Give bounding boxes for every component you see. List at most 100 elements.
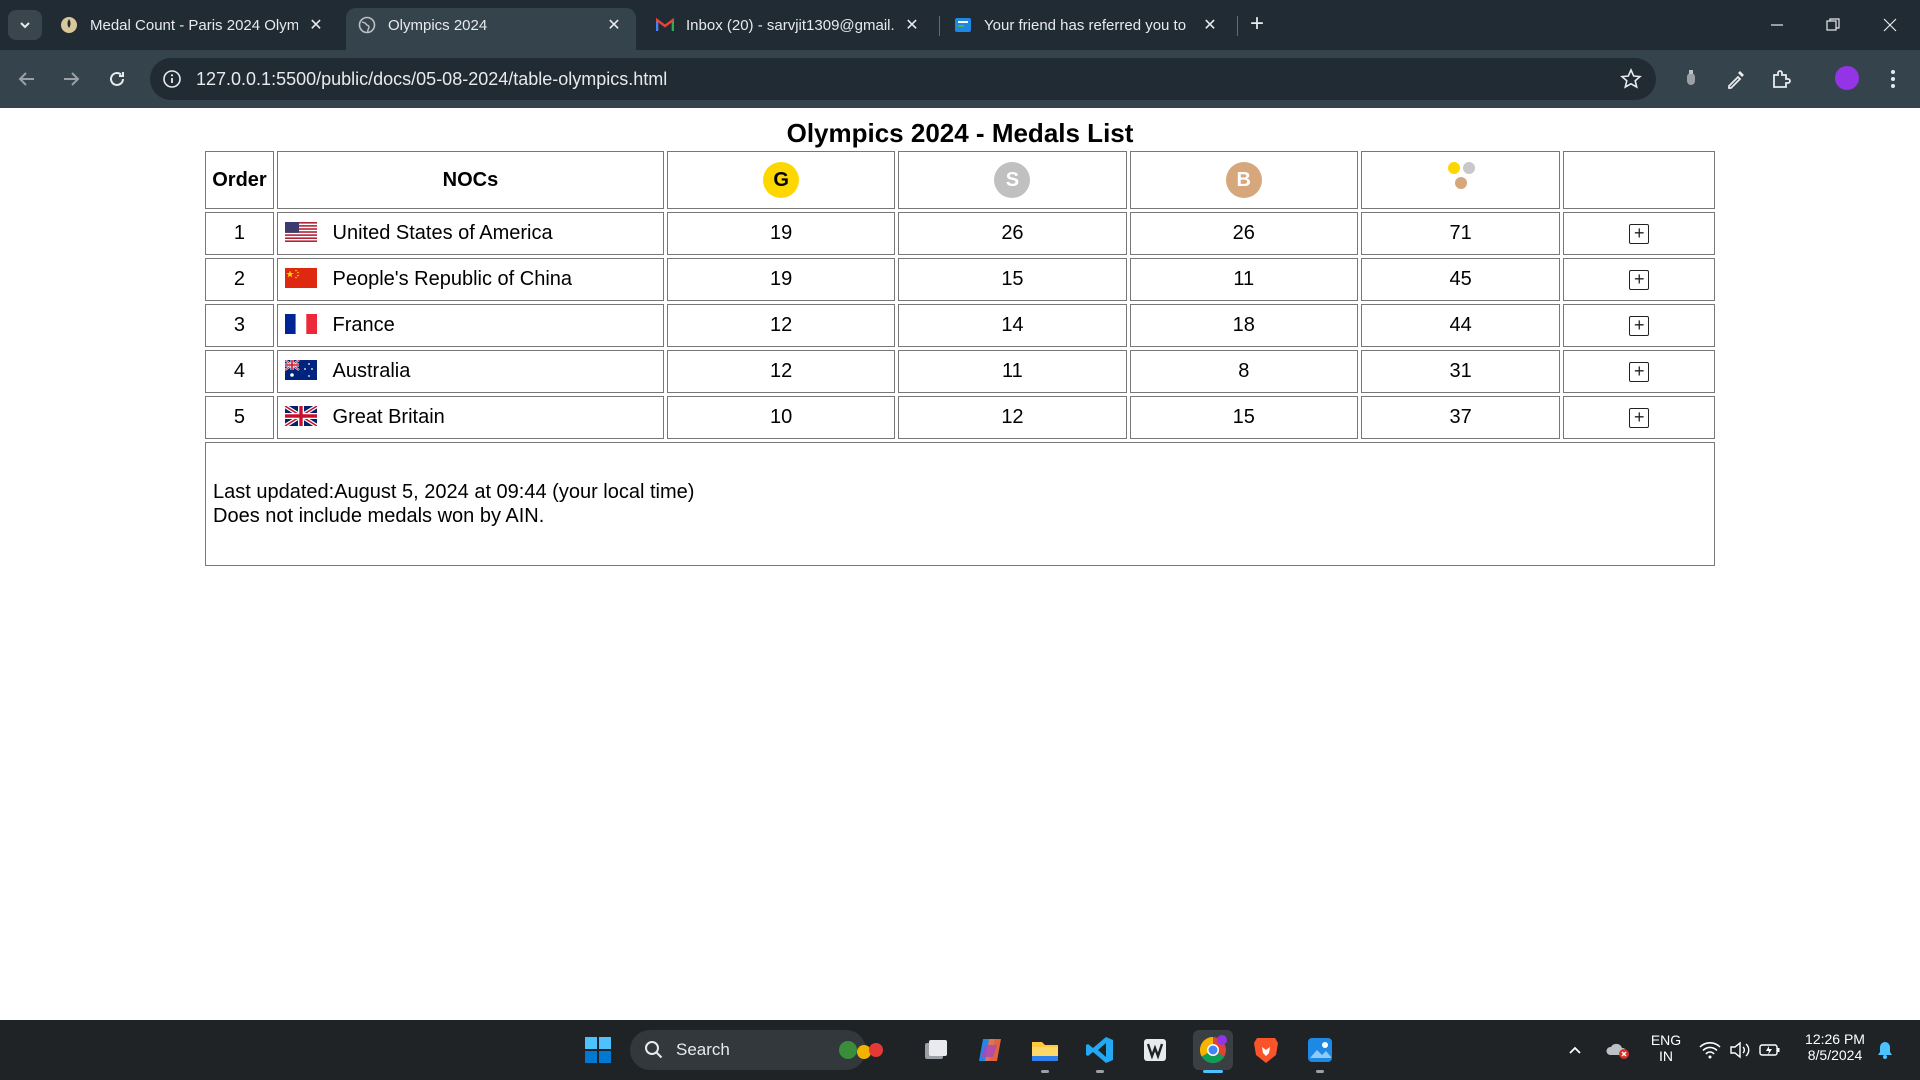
url-text[interactable]: 127.0.0.1:5500/public/docs/05-08-2024/ta… <box>196 69 667 90</box>
nocs-header: NOCs <box>276 151 664 209</box>
total-header <box>1360 151 1561 209</box>
address-bar[interactable]: 127.0.0.1:5500/public/docs/05-08-2024/ta… <box>150 58 1656 100</box>
table-row: 2 People's Republic of China 19 15 11 45… <box>205 258 1715 301</box>
eyedropper-icon[interactable] <box>1723 66 1749 92</box>
reload-button[interactable] <box>102 64 132 94</box>
australia-flag-icon <box>284 359 317 380</box>
gold-medal-icon: G <box>763 162 800 198</box>
folder-icon <box>1032 1042 1058 1061</box>
medals-table: Order NOCs G S B 1 United States of Amer… <box>202 148 1718 569</box>
total-cell: 37 <box>1360 396 1561 439</box>
silver-header: S <box>898 151 1127 209</box>
referral-app-icon <box>954 16 972 34</box>
brave-lion-icon <box>1254 1038 1278 1063</box>
photos-icon <box>1308 1038 1332 1062</box>
tab-gmail-inbox[interactable]: Inbox (20) - sarvjit1309@gmail.com ✕ <box>644 8 934 42</box>
windows-logo-icon <box>585 1037 611 1063</box>
bookmark-star-icon[interactable] <box>1620 68 1642 90</box>
onedrive-button[interactable] <box>1600 1032 1636 1068</box>
chrome-icon <box>1199 1035 1227 1064</box>
chrome-button[interactable] <box>1193 1030 1233 1070</box>
running-indicator <box>1316 1070 1324 1073</box>
gold-cell: 12 <box>666 350 896 393</box>
expand-plus-icon[interactable]: + <box>1629 316 1650 336</box>
wifi-icon <box>1699 1042 1721 1059</box>
silver-cell: 26 <box>898 212 1127 255</box>
silver-cell: 11 <box>898 350 1127 393</box>
show-hidden-icons-button[interactable] <box>1560 1032 1590 1068</box>
extensions-puzzle-icon[interactable] <box>1768 66 1794 92</box>
noc-name: France <box>332 314 395 337</box>
new-tab-button[interactable]: + <box>1244 12 1270 38</box>
expand-plus-icon[interactable]: + <box>1629 270 1650 290</box>
vmware-icon <box>1144 1039 1166 1061</box>
menu-kebab-icon[interactable] <box>1880 66 1906 92</box>
forward-button[interactable] <box>56 64 86 94</box>
back-button[interactable] <box>12 64 42 94</box>
close-tab-icon[interactable]: ✕ <box>902 15 922 35</box>
volume-status[interactable] <box>1725 1032 1755 1068</box>
extension-toggle-icon[interactable] <box>1678 66 1704 92</box>
expand-plus-icon[interactable]: + <box>1629 224 1650 244</box>
silver-cell: 15 <box>898 258 1127 301</box>
profile-avatar[interactable] <box>1835 66 1859 90</box>
tab-separator <box>1237 16 1238 36</box>
order-cell: 1 <box>205 212 274 255</box>
restore-icon <box>1826 18 1840 31</box>
bronze-cell: 18 <box>1129 304 1358 347</box>
arrow-right-icon <box>64 72 80 86</box>
expand-cell: + <box>1563 212 1715 255</box>
search-highlight-icon <box>839 1041 883 1059</box>
silver-medal-icon: S <box>994 162 1031 198</box>
notifications-button[interactable] <box>1870 1032 1900 1068</box>
copilot-icon <box>979 1039 1001 1061</box>
expand-plus-icon[interactable]: + <box>1629 408 1650 428</box>
info-icon[interactable] <box>162 69 182 89</box>
start-button[interactable] <box>580 1032 616 1068</box>
close-tab-icon[interactable]: ✕ <box>604 15 624 35</box>
great-britain-flag-icon <box>284 405 317 426</box>
bronze-cell: 15 <box>1129 396 1358 439</box>
arrow-left-icon <box>18 72 34 86</box>
clock[interactable]: 12:26 PM 8/5/2024 <box>1795 1031 1875 1063</box>
order-cell: 5 <box>205 396 274 439</box>
taskbar-search[interactable]: Search <box>630 1030 883 1070</box>
tab-referral[interactable]: Your friend has referred you to ✕ <box>942 8 1232 42</box>
close-tab-icon[interactable]: ✕ <box>306 15 326 35</box>
close-tab-icon[interactable]: ✕ <box>1200 15 1220 35</box>
expand-plus-icon[interactable]: + <box>1629 362 1650 382</box>
expand-cell: + <box>1563 350 1715 393</box>
language-code: ENG <box>1650 1032 1682 1048</box>
close-icon <box>1883 18 1897 32</box>
task-view-button[interactable] <box>918 1032 954 1068</box>
tab-medal-count[interactable]: Medal Count - Paris 2024 Olympics ✕ <box>48 8 338 42</box>
china-flag-icon <box>284 267 317 288</box>
running-indicator <box>1041 1070 1049 1073</box>
file-explorer-button[interactable] <box>1027 1032 1063 1068</box>
tab-title: Medal Count - Paris 2024 Olympics <box>90 16 298 34</box>
close-window-button[interactable] <box>1870 10 1910 40</box>
bronze-cell: 8 <box>1129 350 1358 393</box>
brave-button[interactable] <box>1248 1032 1284 1068</box>
photos-button[interactable] <box>1302 1032 1338 1068</box>
minimize-button[interactable] <box>1757 10 1797 40</box>
noc-cell: France <box>276 304 664 347</box>
language-indicator[interactable]: ENG IN <box>1646 1032 1686 1064</box>
table-footer-row: Last updated:August 5, 2024 at 09:44 (yo… <box>205 442 1715 566</box>
restore-button[interactable] <box>1813 10 1853 40</box>
wifi-status[interactable] <box>1695 1032 1725 1068</box>
vmware-button[interactable] <box>1137 1032 1173 1068</box>
battery-status[interactable] <box>1755 1032 1785 1068</box>
gmail-icon <box>656 16 674 34</box>
vscode-button[interactable] <box>1082 1032 1118 1068</box>
footer-cell: Last updated:August 5, 2024 at 09:44 (yo… <box>205 442 1715 566</box>
tab-olympics-2024[interactable]: Olympics 2024 ✕ <box>346 8 636 50</box>
last-updated-text: Last updated:August 5, 2024 at 09:44 (yo… <box>213 481 695 503</box>
minimize-icon <box>1771 24 1783 26</box>
bronze-cell: 26 <box>1129 212 1358 255</box>
running-indicator <box>1096 1070 1104 1073</box>
noc-cell: Great Britain <box>276 396 664 439</box>
noc-cell: United States of America <box>276 212 664 255</box>
copilot-button[interactable] <box>972 1032 1008 1068</box>
tab-search-button[interactable] <box>8 10 42 40</box>
